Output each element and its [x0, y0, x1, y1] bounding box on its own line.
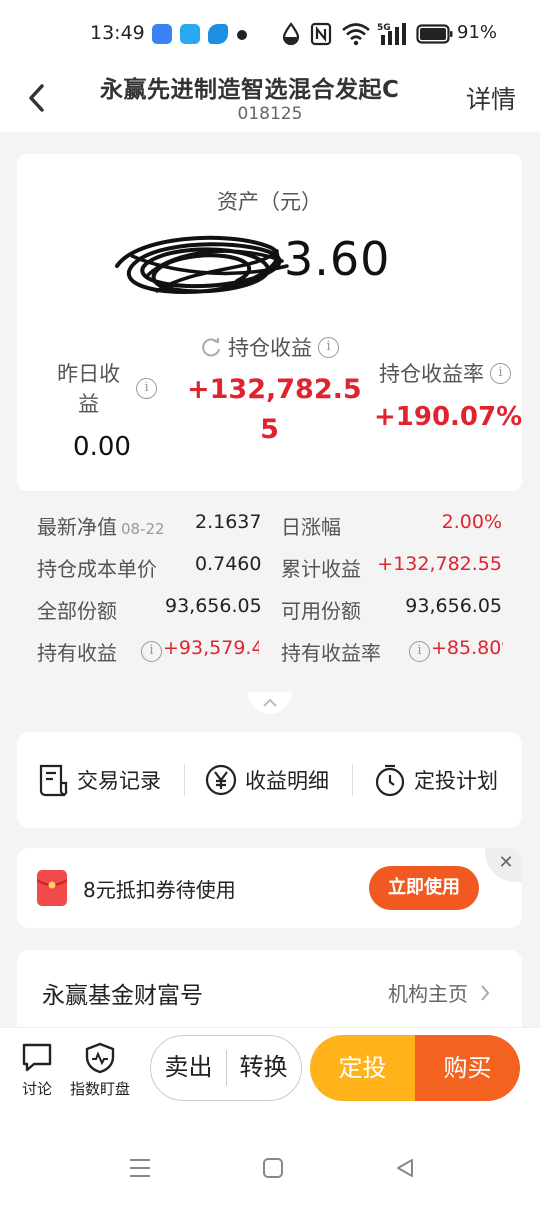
close-icon[interactable]: ✕: [485, 848, 522, 882]
use-coupon-button[interactable]: 立即使用: [369, 866, 479, 910]
page-header: 永赢先进制造智选混合发起C 018125 详情: [0, 68, 540, 132]
nfc-icon: [310, 22, 332, 46]
fund-code: 018125: [237, 104, 303, 124]
info-icon[interactable]: i: [136, 377, 157, 399]
nav-date: 08-22: [121, 520, 165, 538]
water-drop-icon: [282, 22, 300, 46]
total-shares-label: 全部份额: [37, 599, 117, 623]
status-bar: 13:49 5G 91%: [0, 0, 540, 68]
holding-earnings-value: +132,782.5 5: [187, 374, 362, 445]
timer-icon: [375, 764, 405, 797]
buy-group: 定投 购买: [310, 1035, 520, 1101]
divider: [352, 764, 353, 796]
asset-label: 资产（元）: [217, 190, 322, 214]
detail-link[interactable]: 详情: [466, 80, 516, 116]
hold-return-rate-label: 持有收益率: [281, 641, 381, 665]
yesterday-earnings: 昨日收益 i 0.00: [47, 358, 157, 462]
available-shares-label: 可用份额: [281, 599, 361, 623]
status-time: 13:49: [90, 22, 145, 44]
red-envelope-icon: [36, 870, 68, 906]
fund-title: 永赢先进制造智选混合发起C: [100, 77, 400, 103]
yesterday-earnings-value: 0.00: [73, 432, 131, 462]
institution-homepage-label: 机构主页: [388, 982, 468, 1006]
holding-earnings-label: 持仓收益: [228, 336, 312, 360]
info-icon[interactable]: i: [318, 336, 339, 358]
buy-button[interactable]: 购买: [415, 1035, 520, 1101]
app-icon-teal: [208, 24, 228, 44]
cost-price-label: 持仓成本单价: [37, 557, 157, 581]
earnings-detail-label: 收益明细: [245, 769, 329, 793]
cumulative-earnings-value: +132,782.55: [377, 553, 502, 575]
info-icon[interactable]: i: [409, 641, 430, 662]
discuss-button[interactable]: 讨论: [20, 1042, 54, 1099]
hold-return-rate-value: +85.80%: [431, 637, 503, 659]
battery-icon: [416, 24, 453, 44]
auto-invest-button[interactable]: 定投: [310, 1035, 415, 1101]
switch-button[interactable]: 转换: [226, 1036, 301, 1099]
app-icon-blue: [152, 24, 172, 44]
holding-return-rate-value: +190.07%: [374, 402, 523, 432]
discuss-label: 讨论: [21, 1080, 52, 1098]
daily-change-label: 日涨幅: [281, 515, 341, 539]
yen-circle-icon: [205, 764, 237, 796]
info-icon[interactable]: i: [490, 362, 511, 384]
index-watch-label: 指数盯盘: [70, 1080, 131, 1098]
divider: [184, 764, 185, 796]
detail-row: 最新净值 08-22 2.1637 日涨幅 2.00%: [17, 511, 522, 551]
institution-card: 永赢基金财富号 机构主页: [17, 950, 522, 1030]
battery-percentage: 91%: [457, 22, 498, 43]
earnings-detail-button[interactable]: 收益明细: [205, 762, 329, 798]
holding-return-rate: 持仓收益率 i +190.07%: [369, 358, 522, 432]
daily-change-value: 2.00%: [441, 511, 502, 533]
trade-records-label: 交易记录: [77, 769, 161, 793]
cumulative-earnings-label: 累计收益: [281, 557, 361, 581]
sell-button[interactable]: 卖出: [151, 1036, 226, 1099]
institution-homepage-link[interactable]: 机构主页: [388, 978, 490, 1007]
nav-label: 最新净值: [37, 515, 117, 539]
cost-price-value: 0.7460: [195, 553, 262, 575]
info-icon[interactable]: i: [141, 641, 162, 662]
refresh-icon[interactable]: [200, 336, 222, 358]
signal-5g-icon: 5G: [377, 23, 406, 45]
back-triangle-icon[interactable]: [394, 1157, 416, 1179]
hold-earnings-label: 持有收益: [37, 641, 117, 665]
sell-switch-group: 卖出 转换: [150, 1035, 302, 1101]
institution-name: 永赢基金财富号: [42, 983, 203, 1009]
holding-return-rate-label: 持仓收益率: [379, 362, 484, 386]
index-watch-button[interactable]: 指数盯盘: [70, 1042, 130, 1099]
auto-invest-plan-button[interactable]: 定投计划: [374, 762, 498, 798]
asset-card: 资产（元） 123,453.60 昨日收益 i 0.00 持仓收益 i +132…: [17, 154, 522, 491]
hold-earnings-value: +93,579.4: [163, 637, 259, 659]
system-navigation-bar: [0, 1115, 540, 1206]
holding-earnings: 持仓收益 i +132,782.5 5: [187, 332, 362, 450]
chevron-up-icon: [263, 698, 277, 707]
shield-bell-icon: [85, 1042, 115, 1074]
nav-value: 2.1637: [195, 511, 262, 533]
app-icon-cyan: [180, 24, 200, 44]
detail-row: 持有收益 i +93,579.4 持有收益率 i +85.80%: [17, 637, 522, 677]
auto-invest-plan-label: 定投计划: [414, 769, 498, 793]
home-square-icon[interactable]: [262, 1157, 284, 1179]
fund-details: 最新净值 08-22 2.1637 日涨幅 2.00% 持仓成本单价 0.7460…: [17, 495, 522, 700]
chevron-right-icon: [481, 984, 490, 1001]
available-shares-value: 93,656.05: [405, 595, 502, 617]
redaction-scribble: [115, 235, 289, 294]
chat-bubble-icon: [22, 1043, 52, 1072]
detail-row: 全部份额 93,656.05 可用份额 93,656.05: [17, 595, 522, 635]
collapse-toggle[interactable]: [248, 692, 292, 714]
coupon-text: 8元抵扣券待使用: [83, 878, 236, 902]
menu-icon[interactable]: [128, 1157, 152, 1179]
bottom-action-bar: 讨论 指数盯盘 卖出 转换 定投 购买: [0, 1027, 540, 1115]
receipt-icon: [39, 764, 68, 797]
yesterday-earnings-label: 昨日收益: [57, 362, 121, 416]
actions-card: 交易记录 收益明细 定投计划: [17, 732, 522, 828]
detail-row: 持仓成本单价 0.7460 累计收益 +132,782.55: [17, 553, 522, 593]
wifi-icon: [342, 23, 370, 46]
coupon-banner: 8元抵扣券待使用 立即使用 ✕: [17, 848, 522, 928]
total-shares-value: 93,656.05: [165, 595, 262, 617]
notification-dot: [237, 30, 247, 40]
trade-records-button[interactable]: 交易记录: [37, 762, 161, 798]
